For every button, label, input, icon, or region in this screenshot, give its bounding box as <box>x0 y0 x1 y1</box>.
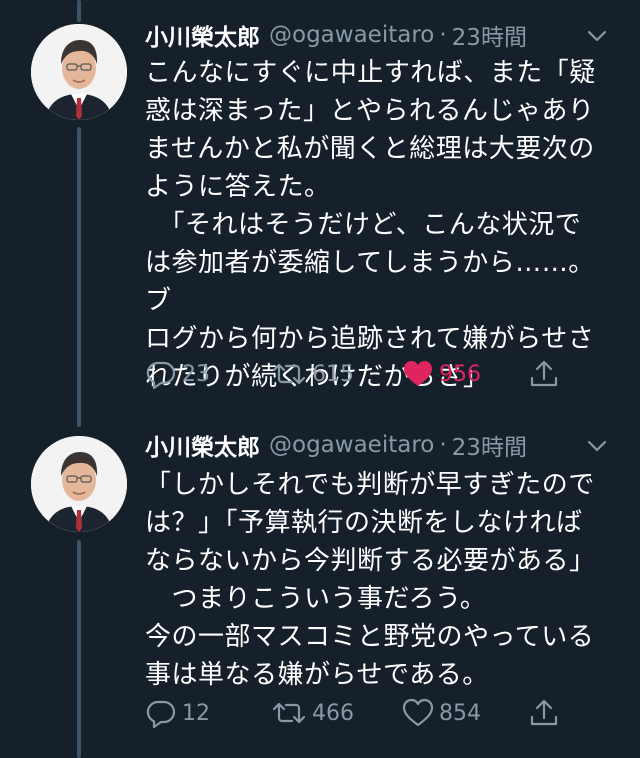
retweet-icon <box>271 358 307 390</box>
heart-icon <box>402 697 434 729</box>
user-handle[interactable]: @ogawaeitaro <box>269 22 434 48</box>
chevron-down-icon[interactable] <box>585 434 609 458</box>
avatar[interactable] <box>31 24 127 120</box>
share-button[interactable] <box>528 358 560 390</box>
reply-count: 12 <box>182 700 210 726</box>
separator-dot: · <box>439 22 447 48</box>
display-name[interactable]: 小川榮太郎 <box>145 18 260 52</box>
like-button[interactable]: 956 <box>402 358 481 390</box>
timestamp[interactable]: 23時間 <box>452 428 527 462</box>
timestamp[interactable]: 23時間 <box>452 18 527 52</box>
share-icon <box>528 358 560 390</box>
retweet-count: 466 <box>312 700 354 726</box>
user-handle[interactable]: @ogawaeitaro <box>269 432 434 458</box>
separator-dot: · <box>439 432 447 458</box>
retweet-count: 615 <box>312 361 354 387</box>
chevron-down-icon[interactable] <box>585 24 609 48</box>
reply-button[interactable]: 23 <box>145 358 210 390</box>
display-name[interactable]: 小川榮太郎 <box>145 428 260 462</box>
reply-button[interactable]: 12 <box>145 697 210 729</box>
tweet-text: 「しかしそれでも判断が早すぎたので は？」「予算執行の決断をしなければ ならない… <box>145 470 596 690</box>
reply-count: 23 <box>182 361 210 387</box>
like-button[interactable]: 854 <box>402 697 481 729</box>
like-count: 854 <box>439 700 481 726</box>
tweet-text: こんなにすぐに中止すれば、また「疑 惑は深まった」とやられるんじゃあり ませんか… <box>145 58 596 392</box>
reply-icon <box>145 697 177 729</box>
retweet-button[interactable]: 615 <box>271 358 354 390</box>
heart-icon <box>402 358 434 390</box>
like-count: 956 <box>439 361 481 387</box>
share-button[interactable] <box>528 697 560 729</box>
thread-line-top <box>77 0 81 22</box>
avatar[interactable] <box>31 436 127 532</box>
thread-line-bottom <box>77 540 81 758</box>
retweet-button[interactable]: 466 <box>271 697 354 729</box>
share-icon <box>528 697 560 729</box>
tweet-header: 小川榮太郎 @ogawaeitaro · 23時間 <box>145 428 527 462</box>
thread-line-middle <box>77 127 81 427</box>
retweet-icon <box>271 697 307 729</box>
reply-icon <box>145 358 177 390</box>
tweet-header: 小川榮太郎 @ogawaeitaro · 23時間 <box>145 18 527 52</box>
